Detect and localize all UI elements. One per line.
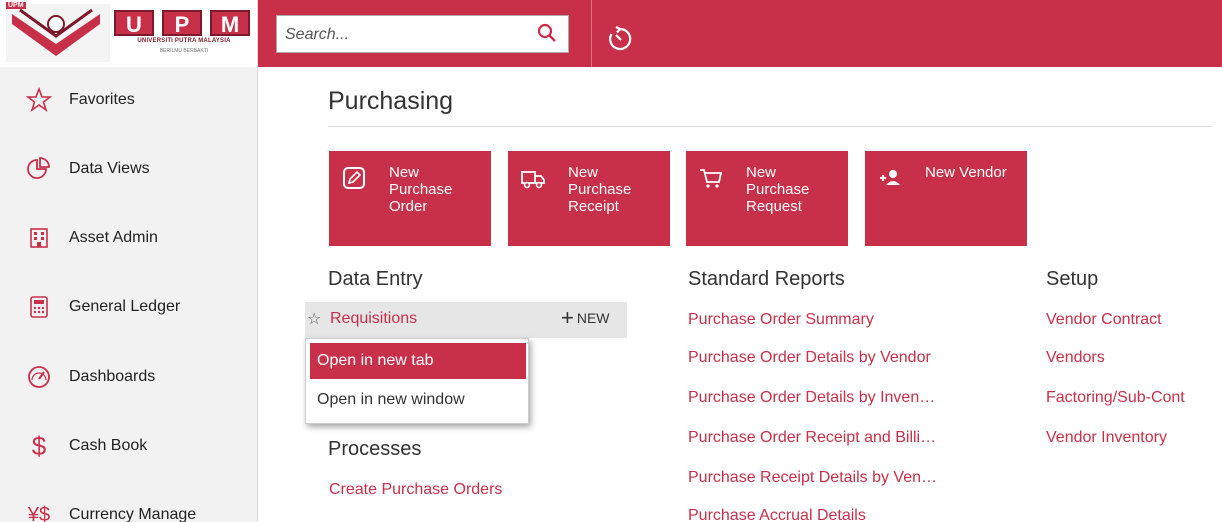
sidebar-item-label: Data Views (69, 160, 150, 177)
data-entry-heading: Data Entry (328, 268, 423, 290)
report-link[interactable]: Purchase Order Receipt and Billi… (688, 429, 936, 447)
currency-icon: ¥$ (27, 503, 51, 522)
sidebar-item-general-ledger[interactable]: General Ledger (0, 277, 258, 337)
calculator-icon (26, 294, 52, 320)
report-link[interactable]: Purchase Accrual Details (688, 507, 866, 522)
title-divider (328, 126, 1212, 127)
sidebar-item-data-views[interactable]: Data Views (0, 139, 258, 199)
new-purchase-request-button[interactable]: New Purchase Request (686, 151, 848, 246)
tile-label: New Purchase Order (389, 164, 453, 215)
sidebar-item-label: General Ledger (69, 298, 181, 315)
report-link[interactable]: Purchase Receipt Details by Ven… (688, 469, 937, 487)
logo-motto: BERILMU BERBAKTI (159, 48, 209, 54)
new-label: NEW (576, 310, 610, 326)
tile-label: New Purchase Request (746, 164, 810, 215)
setup-link[interactable]: Vendors (1046, 349, 1105, 367)
sidebar-item-label: Favorites (69, 91, 135, 108)
search-icon[interactable] (535, 22, 559, 46)
report-link[interactable]: Purchase Order Details by Inven… (688, 389, 935, 407)
sidebar-item-cash-book[interactable]: $ Cash Book (0, 416, 258, 476)
pie-chart-icon (26, 156, 52, 182)
upm-wordmark: U P M UNIVERSITI PUTRA MALAYSIA BERILMU … (114, 10, 254, 54)
gauge-icon (26, 364, 52, 390)
logo-letter-u: U (114, 10, 154, 37)
setup-link[interactable]: Vendor Inventory (1046, 429, 1167, 447)
upm-tag: UPM (6, 2, 26, 9)
logo-letter-p: P (162, 10, 202, 37)
favorite-star-icon[interactable]: ☆ (307, 309, 321, 329)
sidebar-item-favorites[interactable]: Favorites (0, 70, 258, 130)
setup-heading: Setup (1046, 268, 1099, 290)
requisitions-link[interactable]: Requisitions (330, 310, 417, 328)
logo-subtitle: UNIVERSITI PUTRA MALAYSIA (137, 38, 231, 44)
sidebar-item-label: Cash Book (69, 437, 148, 454)
create-purchase-orders-link[interactable]: Create Purchase Orders (329, 481, 502, 499)
sidebar-item-label: Asset Admin (69, 229, 158, 246)
tile-label: New Vendor (925, 164, 1007, 181)
context-menu: Open in new tab Open in new window (305, 338, 529, 424)
new-purchase-receipt-button[interactable]: New Purchase Receipt (508, 151, 670, 246)
new-purchase-order-button[interactable]: New Purchase Order (329, 151, 491, 246)
edit-icon (343, 167, 365, 189)
sidebar-item-label: Dashboards (69, 368, 156, 385)
upm-logo[interactable]: UPM U P M UNIVERSITI PUTRA MALAYSIA BERI… (0, 0, 258, 67)
open-in-new-tab-item[interactable]: Open in new tab (310, 343, 526, 379)
setup-link[interactable]: Vendor Contract (1046, 311, 1162, 329)
new-requisition-button[interactable]: + NEW (561, 305, 610, 330)
new-vendor-button[interactable]: New Vendor (865, 151, 1027, 246)
star-icon (26, 87, 52, 113)
building-icon (26, 225, 52, 251)
sidebar-item-asset-admin[interactable]: Asset Admin (0, 208, 258, 268)
open-in-new-window-item[interactable]: Open in new window (310, 382, 526, 418)
history-icon[interactable] (607, 26, 633, 52)
logo-letter-m: M (210, 10, 250, 37)
cart-icon (700, 169, 723, 188)
upm-emblem-icon (6, 4, 110, 62)
sidebar: Favorites Data Views Asset Admin General… (0, 67, 258, 522)
add-user-icon (880, 170, 900, 185)
setup-link[interactable]: Factoring/Sub-Cont (1046, 389, 1222, 407)
report-link[interactable]: Purchase Order Details by Vendor (688, 349, 931, 367)
sidebar-item-dashboards[interactable]: Dashboards (0, 347, 258, 407)
truck-icon (521, 171, 545, 189)
processes-heading: Processes (328, 438, 422, 460)
plus-icon: + (561, 305, 574, 330)
tile-label: New Purchase Receipt (568, 164, 632, 215)
requisitions-row[interactable]: ☆ Requisitions + NEW (305, 302, 627, 338)
dollar-icon: $ (31, 430, 47, 461)
standard-reports-heading: Standard Reports (688, 268, 845, 290)
topbar-divider (591, 0, 592, 67)
page-title: Purchasing (328, 87, 454, 115)
search-input[interactable] (285, 24, 525, 46)
report-link[interactable]: Purchase Order Summary (688, 311, 874, 329)
sidebar-item-label: Currency Manage (69, 506, 197, 522)
sidebar-item-currency-manage[interactable]: ¥$ Currency Manage (0, 485, 258, 522)
search-box[interactable] (276, 15, 569, 53)
